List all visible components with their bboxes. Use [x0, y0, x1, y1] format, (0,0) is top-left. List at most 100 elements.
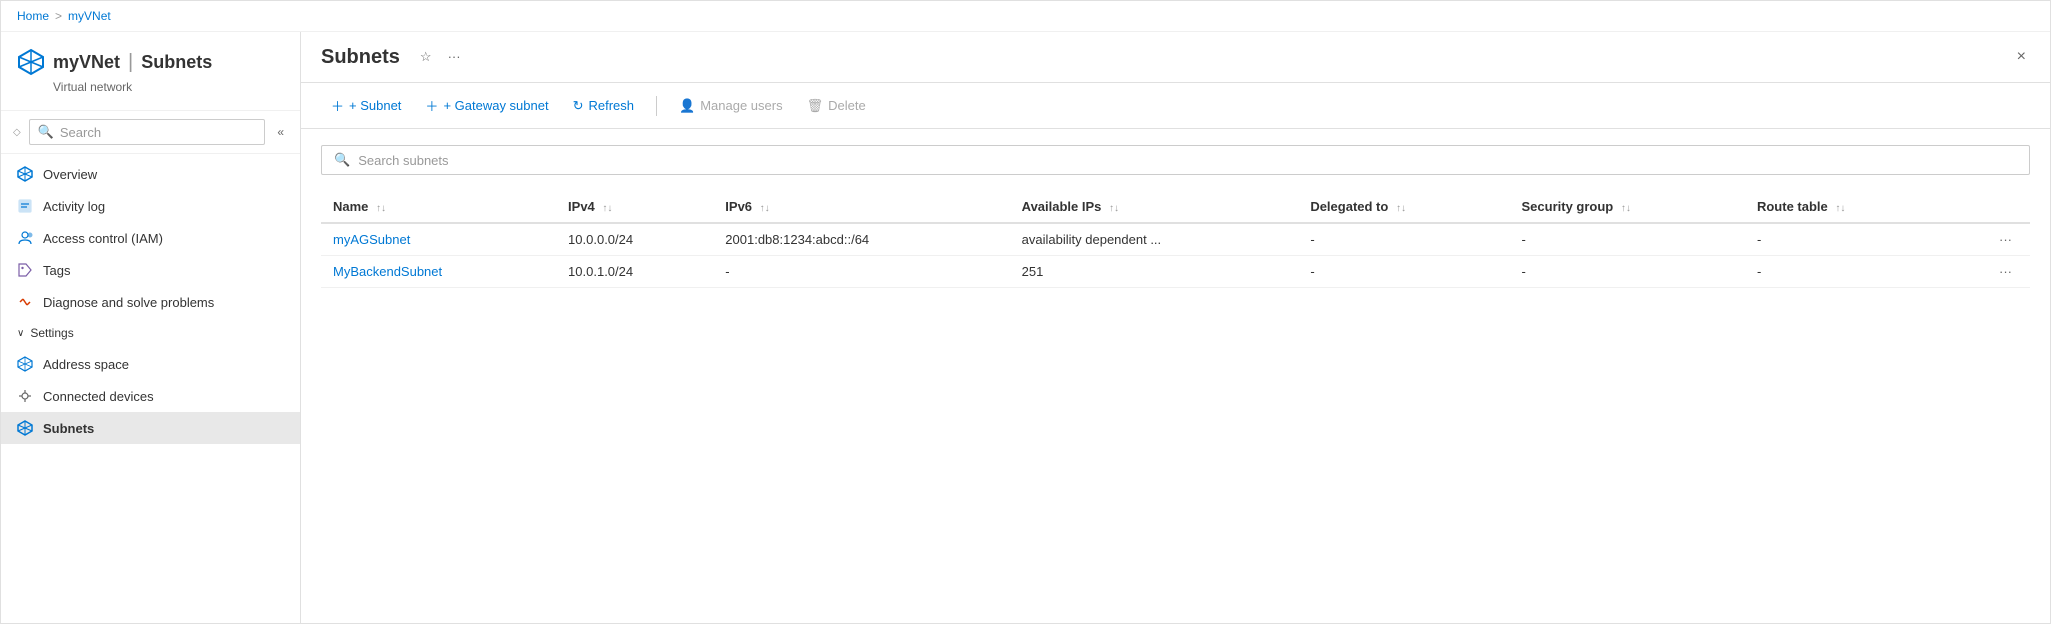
iam-icon: [17, 230, 33, 246]
manage-users-icon: 👤: [679, 98, 695, 114]
col-security-group[interactable]: Security group ↑↓: [1510, 191, 1745, 223]
table-container: 🔍 Name ↑↓ IPv4 ↑↓ IPv6 ↑↓ Available IPs …: [301, 129, 2050, 623]
breadcrumb-separator: >: [55, 9, 62, 23]
collapse-button[interactable]: «: [273, 123, 288, 141]
favorite-icon[interactable]: ☆: [416, 45, 436, 69]
col-name[interactable]: Name ↑↓: [321, 191, 556, 223]
sidebar: myVNet | Subnets Virtual network ◇ 🔍 Sea…: [1, 32, 301, 623]
sidebar-item-subnets-label: Subnets: [43, 421, 94, 436]
toolbar: ＋ + Subnet ＋ + Gateway subnet ↻ Refresh …: [301, 83, 2050, 129]
row1-ipv4: 10.0.0.0/24: [556, 223, 713, 256]
col-available-ips[interactable]: Available IPs ↑↓: [1010, 191, 1299, 223]
sidebar-item-tags[interactable]: Tags: [1, 254, 300, 286]
delete-icon: 🗑: [807, 98, 824, 114]
table-header: Name ↑↓ IPv4 ↑↓ IPv6 ↑↓ Available IPs ↑↓…: [321, 191, 2030, 223]
sidebar-item-overview[interactable]: Overview: [1, 158, 300, 190]
col-delegated-to[interactable]: Delegated to ↑↓: [1298, 191, 1509, 223]
close-button[interactable]: ×: [2013, 44, 2030, 70]
actlog-icon: [17, 198, 33, 214]
add-subnet-button[interactable]: ＋ + Subnet: [321, 91, 411, 120]
row1-route-table: -: [1745, 223, 1943, 256]
subnet-icon: [17, 420, 33, 436]
breadcrumb-home[interactable]: Home: [17, 9, 49, 23]
tags-icon: [17, 262, 33, 278]
table-row: myAGSubnet 10.0.0.0/24 2001:db8:1234:abc…: [321, 223, 2030, 256]
row1-actions[interactable]: ···: [1943, 223, 2030, 256]
sidebar-item-iam-label: Access control (IAM): [43, 231, 163, 246]
refresh-button[interactable]: ↻ Refresh: [563, 93, 644, 119]
row2-ellipsis-icon[interactable]: ···: [1993, 262, 2018, 281]
row1-delegated-to: -: [1298, 223, 1509, 256]
refresh-icon: ↻: [573, 98, 584, 114]
overview-icon: [17, 166, 33, 182]
sidebar-item-addressspace-label: Address space: [43, 357, 129, 372]
add-subnet-icon: ＋: [331, 96, 344, 115]
page-header: Subnets ☆ ··· ×: [301, 32, 2050, 83]
add-subnet-label: + Subnet: [349, 98, 401, 113]
row2-ipv6: -: [713, 256, 1009, 288]
sidebar-item-iam[interactable]: Access control (IAM): [1, 222, 300, 254]
sidebar-header: myVNet | Subnets Virtual network: [1, 32, 300, 111]
app-container: Home > myVNet myVNet | Subnets: [0, 0, 2051, 624]
sidebar-page-name: Subnets: [141, 52, 212, 73]
table-search-input[interactable]: [358, 153, 2017, 168]
breadcrumb-current[interactable]: myVNet: [68, 9, 111, 23]
page-header-left: Subnets ☆ ···: [321, 45, 465, 69]
row2-route-table: -: [1745, 256, 1943, 288]
row2-available-ips: 251: [1010, 256, 1299, 288]
sidebar-item-connecteddevices[interactable]: Connected devices: [1, 380, 300, 412]
sidebar-item-overview-label: Overview: [43, 167, 97, 182]
col-actions: [1943, 191, 2030, 223]
subnets-table: Name ↑↓ IPv4 ↑↓ IPv6 ↑↓ Available IPs ↑↓…: [321, 191, 2030, 288]
sidebar-resource-name: myVNet: [53, 52, 120, 73]
col-ipv6[interactable]: IPv6 ↑↓: [713, 191, 1009, 223]
row1-available-ips: availability dependent ...: [1010, 223, 1299, 256]
manage-users-button[interactable]: 👤 Manage users: [669, 93, 793, 119]
row1-ipv6: 2001:db8:1234:abcd::/64: [713, 223, 1009, 256]
table-search-box[interactable]: 🔍: [321, 145, 2030, 175]
delete-label: Delete: [828, 98, 866, 113]
search-icon: 🔍: [38, 124, 54, 140]
sidebar-item-subnets[interactable]: Subnets: [1, 412, 300, 444]
refresh-label: Refresh: [589, 98, 635, 113]
sidebar-search-text: Search: [60, 125, 101, 140]
col-route-table[interactable]: Route table ↑↓: [1745, 191, 1943, 223]
sidebar-item-diagnose[interactable]: Diagnose and solve problems: [1, 286, 300, 318]
col-ipv4[interactable]: IPv4 ↑↓: [556, 191, 713, 223]
delete-button[interactable]: 🗑 Delete: [797, 93, 876, 119]
content-area: Subnets ☆ ··· × ＋ + Subnet ＋ + Gateway s…: [301, 32, 2050, 623]
sidebar-item-activitylog-label: Activity log: [43, 199, 105, 214]
row2-delegated-to: -: [1298, 256, 1509, 288]
toolbar-divider: [656, 96, 657, 116]
row2-actions[interactable]: ···: [1943, 256, 2030, 288]
diagnose-icon: [17, 294, 33, 310]
row2-security-group: -: [1510, 256, 1745, 288]
row2-ipv4: 10.0.1.0/24: [556, 256, 713, 288]
sidebar-item-activitylog[interactable]: Activity log: [1, 190, 300, 222]
add-gateway-icon: ＋: [425, 96, 438, 115]
sidebar-item-connecteddevices-label: Connected devices: [43, 389, 154, 404]
sidebar-pipe: |: [128, 51, 133, 74]
settings-section-label: Settings: [30, 326, 73, 340]
page-title: Subnets: [321, 46, 400, 69]
manage-users-label: Manage users: [700, 98, 782, 113]
sidebar-item-tags-label: Tags: [43, 263, 70, 278]
sidebar-search-box[interactable]: 🔍 Search: [29, 119, 266, 145]
sidebar-item-diagnose-label: Diagnose and solve problems: [43, 295, 214, 310]
row2-name[interactable]: MyBackendSubnet: [321, 256, 556, 288]
table-row: MyBackendSubnet 10.0.1.0/24 - 251 - - - …: [321, 256, 2030, 288]
conndev-icon: [17, 388, 33, 404]
more-options-icon[interactable]: ···: [444, 45, 465, 69]
settings-section-header: ∨ Settings: [1, 318, 300, 348]
row1-ellipsis-icon[interactable]: ···: [1993, 230, 2018, 249]
breadcrumb: Home > myVNet: [1, 1, 2050, 32]
row1-security-group: -: [1510, 223, 1745, 256]
sidebar-search-row: ◇ 🔍 Search «: [1, 111, 300, 154]
sidebar-nav: Overview Activity log Access control (IA…: [1, 154, 300, 623]
addrspace-icon: [17, 356, 33, 372]
sidebar-item-addressspace[interactable]: Address space: [1, 348, 300, 380]
row1-name[interactable]: myAGSubnet: [321, 223, 556, 256]
sidebar-title-row: myVNet | Subnets: [17, 48, 284, 76]
add-gateway-subnet-button[interactable]: ＋ + Gateway subnet: [415, 91, 558, 120]
main-layout: myVNet | Subnets Virtual network ◇ 🔍 Sea…: [1, 32, 2050, 623]
